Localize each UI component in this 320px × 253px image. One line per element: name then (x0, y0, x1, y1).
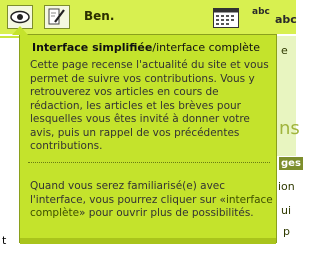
bubble-description: Cette page recense l'actualité du site e… (30, 59, 269, 152)
title-simplified[interactable]: Interface simplifiée (32, 41, 152, 54)
bg-text-fragment: p (283, 225, 290, 238)
abc-large-icon[interactable]: abc (275, 13, 297, 26)
bg-text-fragment: e (281, 44, 288, 57)
abc-spellcheck-icon[interactable]: abc (252, 7, 270, 17)
help-bubble: Interface simplifiée/interface complète … (19, 34, 277, 244)
bubble-hint: Quand vous serez familiarisé(e) avec l'i… (30, 180, 273, 219)
top-toolbar: Ben. abc abc (0, 0, 297, 34)
bubble-bottom-border (20, 238, 276, 244)
bg-text-fragment: t (2, 234, 7, 247)
user-name[interactable]: Ben. (84, 9, 114, 23)
eye-icon (10, 10, 30, 24)
bg-tab-fragment: ges (279, 157, 303, 170)
bubble-pointer (12, 26, 28, 35)
bg-heading-fragment: ns (279, 118, 300, 139)
title-complete[interactable]: /interface complète (152, 41, 260, 54)
bg-text-fragment: ui (281, 204, 292, 217)
pen-icon (48, 8, 65, 25)
calendar-icon[interactable] (213, 8, 239, 28)
bubble-title: Interface simplifiée/interface complète (32, 41, 260, 54)
bg-text-fragment: ion (278, 180, 295, 193)
edit-mode-button[interactable] (44, 5, 70, 29)
bubble-divider (28, 162, 270, 163)
